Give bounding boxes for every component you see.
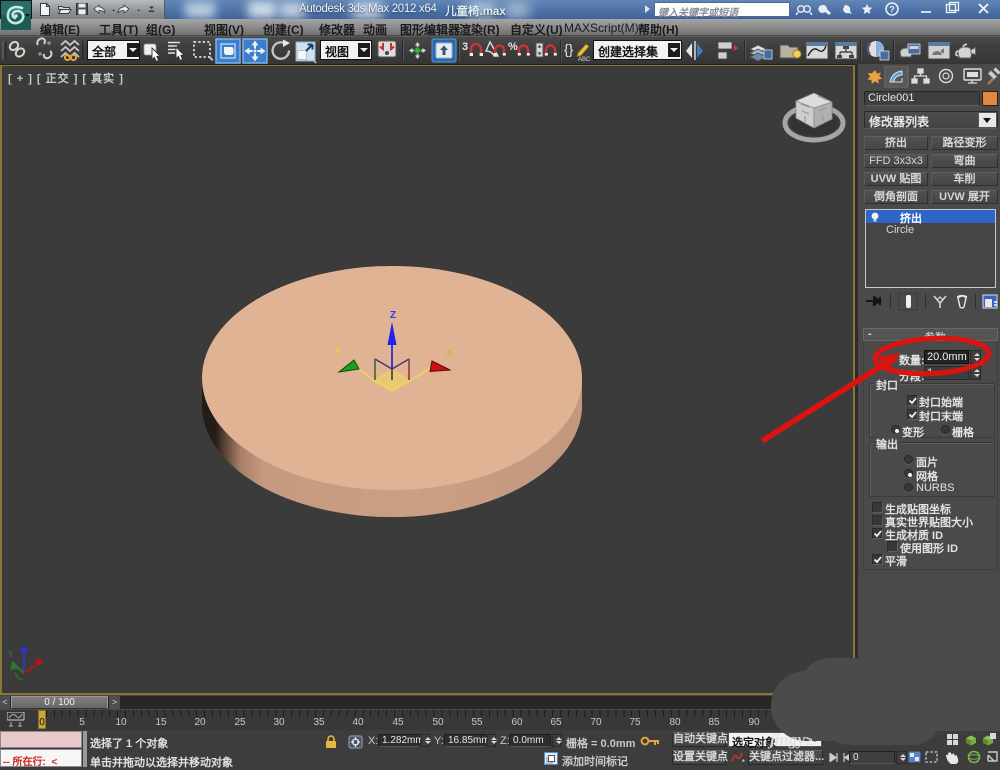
svg-text:%: %	[508, 41, 518, 53]
svg-text:3: 3	[462, 41, 468, 53]
svg-text:ABC: ABC	[578, 57, 591, 63]
svg-text:Y: Y	[334, 346, 341, 357]
svg-text:X: X	[446, 348, 453, 359]
svg-text:Z: Z	[390, 310, 396, 321]
svg-text:?: ?	[889, 5, 895, 15]
svg-text:Y: Y	[8, 650, 14, 659]
svg-text:{}: {}	[564, 41, 574, 57]
